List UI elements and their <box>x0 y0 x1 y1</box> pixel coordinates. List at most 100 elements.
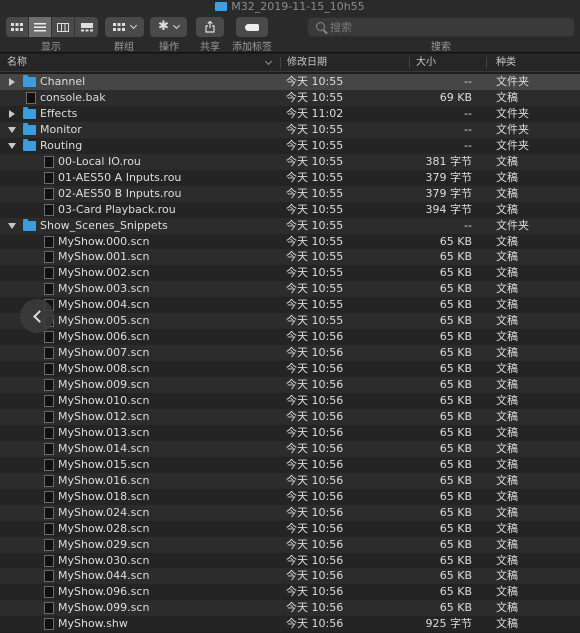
file-row[interactable]: MyShow.002.scn 今天 10:55 65 KB 文稿 <box>0 265 580 282</box>
file-row[interactable]: MyShow.003.scn 今天 10:55 65 KB 文稿 <box>0 281 580 298</box>
file-row[interactable]: 02-AES50 B Inputs.rou 今天 10:55 379 字节 文稿 <box>0 185 580 202</box>
file-row[interactable]: MyShow.018.scn 今天 10:56 65 KB 文稿 <box>0 488 580 505</box>
file-row[interactable]: MyShow.009.scn 今天 10:56 65 KB 文稿 <box>0 377 580 394</box>
file-name: 01-AES50 A Inputs.rou <box>58 170 182 184</box>
modified-date: 今天 10:56 <box>286 601 344 615</box>
file-row[interactable]: MyShow.013.scn 今天 10:56 65 KB 文稿 <box>0 424 580 441</box>
file-kind: 文稿 <box>496 202 518 216</box>
folder-row[interactable]: Show_Scenes_Snippets 今天 10:55 -- 文件夹 <box>0 217 580 234</box>
file-name: Routing <box>40 138 83 152</box>
file-size: 394 字节 <box>425 202 473 216</box>
group-button[interactable] <box>105 17 144 37</box>
icon-view-button[interactable] <box>6 17 29 37</box>
column-divider[interactable] <box>280 57 281 69</box>
column-size[interactable]: 大小 <box>416 54 436 72</box>
file-row[interactable]: MyShow.014.scn 今天 10:56 65 KB 文稿 <box>0 440 580 457</box>
document-icon <box>44 203 54 216</box>
document-icon <box>44 347 54 360</box>
modified-date: 今天 10:56 <box>286 489 344 503</box>
file-kind: 文稿 <box>496 489 518 503</box>
file-size: 65 KB <box>439 282 472 296</box>
file-name: MyShow.007.scn <box>58 346 150 360</box>
folder-row[interactable]: Channel 今天 10:55 -- 文件夹 <box>0 74 580 90</box>
back-button[interactable] <box>20 299 54 333</box>
file-row[interactable]: MyShow.012.scn 今天 10:56 65 KB 文稿 <box>0 408 580 425</box>
file-row[interactable]: MyShow.006.scn 今天 10:56 65 KB 文稿 <box>0 329 580 346</box>
document-icon <box>44 618 54 631</box>
file-row[interactable]: MyShow.010.scn 今天 10:56 65 KB 文稿 <box>0 393 580 409</box>
folder-row[interactable]: Effects 今天 11:02 -- 文件夹 <box>0 105 580 122</box>
file-row[interactable]: 03-Card Playback.rou 今天 10:55 394 字节 文稿 <box>0 201 580 218</box>
search-field[interactable] <box>307 17 575 37</box>
document-icon <box>44 506 54 519</box>
file-row[interactable]: MyShow.096.scn 今天 10:56 65 KB 文稿 <box>0 584 580 601</box>
file-row[interactable]: MyShow.000.scn 今天 10:55 65 KB 文稿 <box>0 233 580 250</box>
file-row[interactable]: MyShow.099.scn 今天 10:56 65 KB 文稿 <box>0 600 580 617</box>
folder-icon <box>23 138 36 151</box>
add-tag-button[interactable] <box>236 17 268 37</box>
file-row[interactable]: 01-AES50 A Inputs.rou 今天 10:55 379 字节 文稿 <box>0 169 580 186</box>
file-name: MyShow.008.scn <box>58 362 150 376</box>
file-name: MyShow.029.scn <box>58 537 150 551</box>
file-row[interactable]: MyShow.024.scn 今天 10:56 65 KB 文稿 <box>0 504 580 521</box>
file-row[interactable]: MyShow.001.scn 今天 10:55 65 KB 文稿 <box>0 249 580 266</box>
file-size: -- <box>464 122 472 136</box>
list-view-button[interactable] <box>29 17 52 37</box>
file-row[interactable]: MyShow.005.scn 今天 10:55 65 KB 文稿 <box>0 313 580 330</box>
file-kind: 文稿 <box>496 282 518 296</box>
modified-date: 今天 10:56 <box>286 553 344 567</box>
modified-date: 今天 10:55 <box>286 282 344 296</box>
file-kind: 文稿 <box>496 298 518 312</box>
disclosure-closed-icon[interactable] <box>9 78 15 86</box>
file-row[interactable]: MyShow.029.scn 今天 10:56 65 KB 文稿 <box>0 536 580 553</box>
modified-date: 今天 10:56 <box>286 473 344 487</box>
column-kind[interactable]: 种类 <box>496 54 516 72</box>
folder-row[interactable]: Monitor 今天 10:55 -- 文件夹 <box>0 121 580 138</box>
search-label: 搜索 <box>431 42 451 53</box>
file-kind: 文稿 <box>496 553 518 567</box>
file-row[interactable]: 00-Local IO.rou 今天 10:55 381 字节 文稿 <box>0 153 580 170</box>
column-divider[interactable] <box>486 57 487 69</box>
file-size: 65 KB <box>439 250 472 264</box>
share-button[interactable] <box>196 17 224 37</box>
file-row[interactable]: MyShow.016.scn 今天 10:56 65 KB 文稿 <box>0 472 580 489</box>
file-row[interactable]: console.bak 今天 10:55 69 KB 文稿 <box>0 89 580 106</box>
modified-date: 今天 10:56 <box>286 457 344 471</box>
file-row[interactable]: MyShow.030.scn 今天 10:56 65 KB 文稿 <box>0 552 580 569</box>
group-control <box>105 17 144 37</box>
chevron-down-icon <box>129 21 138 30</box>
search-icon <box>316 22 325 31</box>
column-divider[interactable] <box>409 57 410 69</box>
disclosure-open-icon[interactable] <box>8 222 16 229</box>
file-row[interactable]: MyShow.004.scn 今天 10:55 65 KB 文稿 <box>0 297 580 314</box>
modified-date: 今天 10:55 <box>286 266 344 280</box>
file-row[interactable]: MyShow.015.scn 今天 10:56 65 KB 文稿 <box>0 456 580 473</box>
file-row[interactable]: MyShow.028.scn 今天 10:56 65 KB 文稿 <box>0 520 580 537</box>
gallery-view-button[interactable] <box>75 17 98 37</box>
file-name: MyShow.099.scn <box>58 601 150 615</box>
file-row[interactable]: MyShow.007.scn 今天 10:56 65 KB 文稿 <box>0 345 580 362</box>
column-name[interactable]: 名称 <box>7 54 27 72</box>
document-icon <box>44 458 54 471</box>
file-row[interactable]: MyShow.008.scn 今天 10:56 65 KB 文稿 <box>0 361 580 378</box>
action-control: ✱ <box>150 17 187 37</box>
column-view-button[interactable] <box>52 17 75 37</box>
disclosure-open-icon[interactable] <box>8 142 16 149</box>
disclosure-open-icon[interactable] <box>8 126 16 133</box>
file-row[interactable]: MyShow.044.scn 今天 10:56 65 KB 文稿 <box>0 568 580 585</box>
grid-icon <box>11 22 23 31</box>
search-input[interactable] <box>330 18 570 36</box>
action-button[interactable]: ✱ <box>150 17 187 37</box>
folder-row[interactable]: Routing 今天 10:55 -- 文件夹 <box>0 137 580 154</box>
file-kind: 文稿 <box>496 154 518 168</box>
file-row[interactable]: MyShow.shw 今天 10:56 925 字节 文稿 <box>0 616 580 633</box>
file-size: 65 KB <box>439 266 472 280</box>
file-size: 65 KB <box>439 489 472 503</box>
modified-date: 今天 10:55 <box>286 250 344 264</box>
file-size: 65 KB <box>439 425 472 439</box>
disclosure-closed-icon[interactable] <box>9 109 15 118</box>
column-date[interactable]: 修改日期 <box>287 54 327 72</box>
window-title: M32_2019-11-15_10h55 <box>0 0 580 13</box>
file-kind: 文件夹 <box>496 106 529 120</box>
file-kind: 文稿 <box>496 346 518 360</box>
